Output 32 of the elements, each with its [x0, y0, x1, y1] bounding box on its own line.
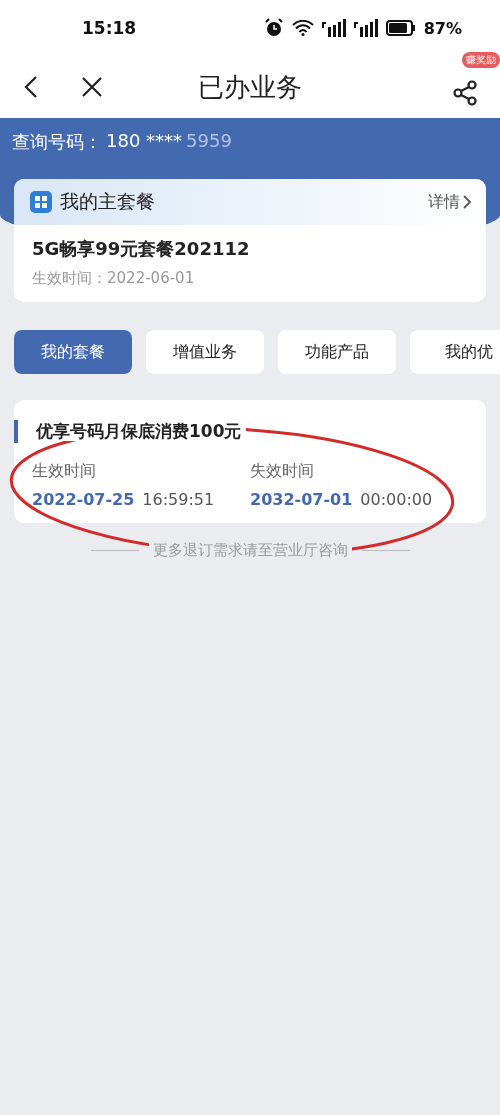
start-date: 2022-07-25 [32, 490, 135, 509]
close-icon [80, 75, 104, 99]
end-time: 00:00:00 [360, 490, 433, 509]
phone-number: 180 **** [106, 130, 183, 153]
grid-app-icon [30, 191, 52, 213]
signal-icon [321, 19, 346, 37]
status-time: 15:18 [82, 18, 137, 38]
signal-icon [353, 19, 378, 37]
battery-icon [385, 20, 416, 36]
card-title: 我的主套餐 [60, 189, 155, 214]
start-time: 16:59:51 [142, 490, 215, 509]
category-tab[interactable]: 我的优 [410, 330, 500, 374]
category-tab[interactable]: 我的套餐 [14, 330, 132, 374]
end-label: 失效时间 [250, 461, 315, 482]
details-link[interactable]: 详情 [428, 191, 472, 213]
category-tab[interactable]: 功能产品 [278, 330, 396, 374]
alarm-icon [263, 18, 284, 38]
package-title: 优享号码月保底消费100元 [32, 421, 246, 441]
footer-note: 更多退订需求请至营业厅咨询 [148, 541, 352, 560]
chevron-right-icon [462, 194, 472, 210]
plan-name: 5G畅享99元套餐202112 [31, 237, 251, 261]
share-icon [452, 80, 478, 106]
wifi-icon [291, 20, 314, 36]
query-label: 查询号码： [12, 130, 102, 154]
page-title: 已办业务 [197, 70, 303, 104]
reward-badge: 赚奖励 [462, 52, 500, 68]
start-label: 生效时间 [32, 461, 97, 482]
category-tab[interactable]: 增值业务 [146, 330, 264, 374]
battery-percent: 87% [423, 18, 462, 38]
phone-number-faded: 5959 [186, 130, 232, 153]
end-date: 2032-07-01 [250, 490, 353, 509]
plan-effective-date: 生效时间：2022-06-01 [31, 268, 196, 289]
